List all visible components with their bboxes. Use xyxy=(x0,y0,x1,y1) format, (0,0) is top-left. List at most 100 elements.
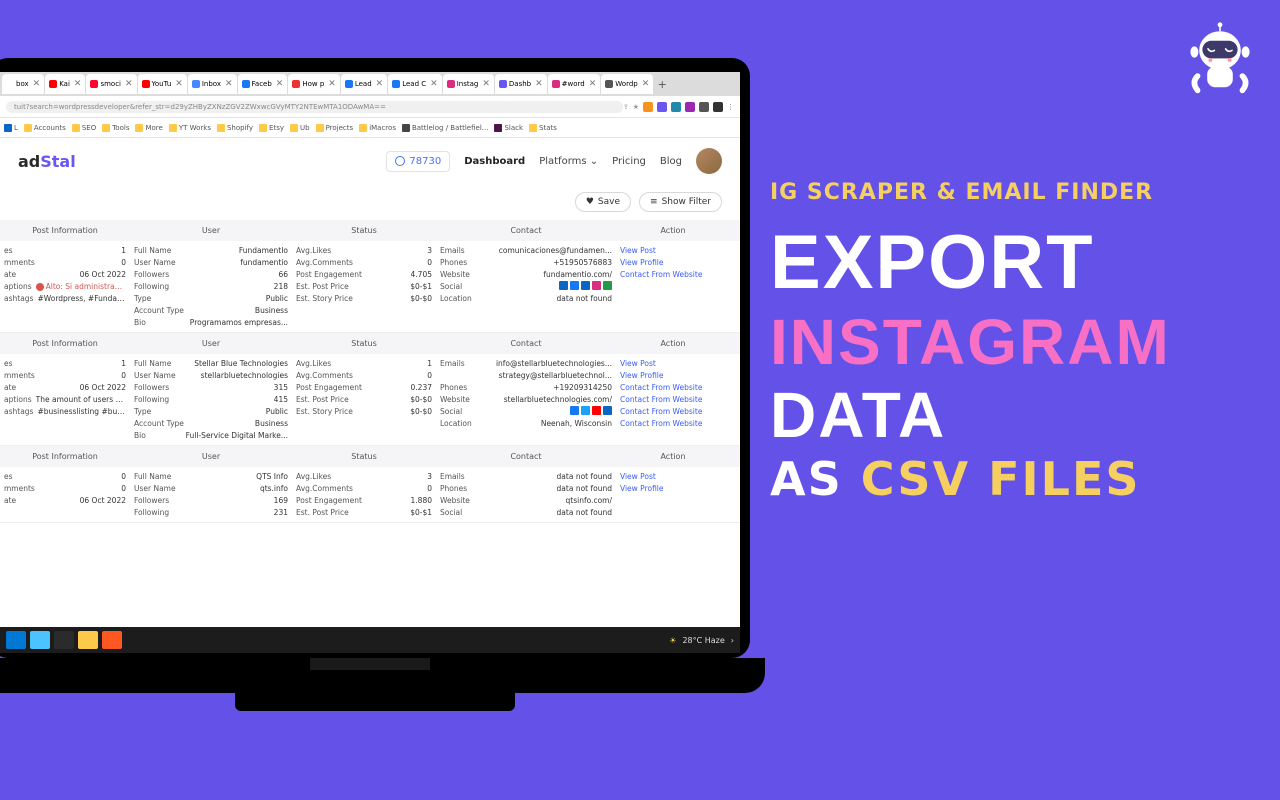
social-icon[interactable] xyxy=(603,406,612,415)
bookmark-item[interactable]: L xyxy=(4,124,18,132)
show-filter-button[interactable]: ≡Show Filter xyxy=(639,192,722,212)
social-icon[interactable] xyxy=(603,281,612,290)
nav-blog[interactable]: Blog xyxy=(660,156,682,167)
weather-widget[interactable]: ☀28°C Haze› xyxy=(669,636,734,645)
close-icon[interactable]: ✕ xyxy=(642,79,650,89)
browser-tab[interactable]: Wordp✕ xyxy=(601,74,653,94)
action-link[interactable]: View Post xyxy=(620,358,726,369)
bookmark-item[interactable]: Etsy xyxy=(259,124,284,132)
bookmark-item[interactable]: Battlelog / Battlefiel... xyxy=(402,124,488,132)
close-icon[interactable]: ✕ xyxy=(328,79,336,89)
filter-icon: ≡ xyxy=(650,197,658,207)
kv-pair: User Namefundamentio xyxy=(134,257,288,268)
social-icon[interactable] xyxy=(592,406,601,415)
favicon xyxy=(242,80,250,88)
close-icon[interactable]: ✕ xyxy=(125,79,133,89)
taskbar-icon[interactable] xyxy=(6,631,26,649)
close-icon[interactable]: ✕ xyxy=(175,79,183,89)
bookmark-item[interactable]: Stats xyxy=(529,124,557,132)
bookmark-item[interactable]: Ub xyxy=(290,124,310,132)
social-icon[interactable] xyxy=(581,281,590,290)
col-header: Status xyxy=(292,333,436,354)
cell-c-user: Full NameStellar Blue TechnologiesUser N… xyxy=(130,354,292,445)
social-icon[interactable] xyxy=(592,281,601,290)
action-link[interactable]: View Profile xyxy=(620,257,726,268)
tab-label: How p xyxy=(302,80,324,88)
action-link[interactable]: View Post xyxy=(620,245,726,256)
close-icon[interactable]: ✕ xyxy=(430,79,438,89)
bookmark-label: Ub xyxy=(300,124,310,132)
kv-pair: Post Engagement1.880 xyxy=(296,495,432,506)
bookmark-item[interactable]: Accounts xyxy=(24,124,66,132)
browser-tab[interactable]: Inbox✕ xyxy=(188,74,237,94)
kv-pair: LocationNeenah, Wisconsin xyxy=(440,418,612,429)
tab-label: Faceb xyxy=(252,80,272,88)
bookmark-item[interactable]: YT Works xyxy=(169,124,211,132)
nav-platforms[interactable]: Platforms ⌄ xyxy=(539,156,598,167)
close-icon[interactable]: ✕ xyxy=(33,79,41,89)
col-header: Post Information xyxy=(0,333,130,354)
credits-badge[interactable]: 78730 xyxy=(386,151,450,172)
avatar[interactable] xyxy=(696,148,722,174)
browser-tab[interactable]: Dashb✕ xyxy=(495,74,547,94)
action-link[interactable]: Contact From Website xyxy=(620,382,726,393)
close-icon[interactable]: ✕ xyxy=(74,79,82,89)
browser-tab[interactable]: How p ✕ xyxy=(288,74,340,94)
browser-tab[interactable]: YouTu✕ xyxy=(138,74,187,94)
close-icon[interactable]: ✕ xyxy=(535,79,543,89)
save-button[interactable]: ♥Save xyxy=(575,192,631,212)
bookmark-item[interactable]: Projects xyxy=(316,124,354,132)
browser-tab[interactable]: Lead C✕ xyxy=(388,74,441,94)
nav-pricing[interactable]: Pricing xyxy=(612,156,646,167)
favicon xyxy=(345,80,353,88)
browser-tab[interactable]: smoci✕ xyxy=(86,74,136,94)
browser-tab[interactable]: #word✕ xyxy=(548,74,601,94)
bookmark-label: Slack xyxy=(504,124,523,132)
close-icon[interactable]: ✕ xyxy=(482,79,490,89)
action-link[interactable]: Contact From Website xyxy=(620,394,726,405)
kv-pair: Est. Post Price$0-$1 xyxy=(296,281,432,292)
logo: adStal xyxy=(18,152,76,171)
col-header: Contact xyxy=(436,333,616,354)
social-icon[interactable] xyxy=(581,406,590,415)
close-icon[interactable]: ✕ xyxy=(276,79,284,89)
browser-tab[interactable]: Faceb ✕ xyxy=(238,74,288,94)
social-icon[interactable] xyxy=(559,281,568,290)
action-link[interactable]: View Post xyxy=(620,471,726,482)
new-tab-button[interactable]: + xyxy=(654,76,670,92)
bookmark-item[interactable]: iMacros xyxy=(359,124,396,132)
bookmark-icon xyxy=(102,124,110,132)
action-link[interactable]: Contact From Website xyxy=(620,418,726,429)
bookmark-label: Shopify xyxy=(227,124,253,132)
social-icon[interactable] xyxy=(570,281,579,290)
cell-c-status: Avg.Likes3Avg.Comments0Post Engagement4.… xyxy=(292,241,436,332)
windows-taskbar: ☀28°C Haze› xyxy=(0,627,740,653)
action-link[interactable]: View Profile xyxy=(620,483,726,494)
kv-pair: Social xyxy=(440,406,612,417)
bookmark-item[interactable]: Tools xyxy=(102,124,129,132)
action-link[interactable]: View Profile xyxy=(620,370,726,381)
close-icon[interactable]: ✕ xyxy=(376,79,384,89)
close-icon[interactable]: ✕ xyxy=(589,79,597,89)
kv-pair: Est. Post Price$0-$0 xyxy=(296,394,432,405)
action-link[interactable]: Contact From Website xyxy=(620,406,726,417)
action-link[interactable]: Contact From Website xyxy=(620,269,726,280)
taskbar-icon[interactable] xyxy=(102,631,122,649)
browser-tab[interactable]: Lead✕ xyxy=(341,74,387,94)
taskbar-icon[interactable] xyxy=(78,631,98,649)
nav-dashboard[interactable]: Dashboard xyxy=(464,156,525,167)
url-field[interactable]: tuit?search=wordpressdeveloper&refer_str… xyxy=(6,101,623,113)
cell-c-status: Avg.Likes1Avg.Comments0Post Engagement0.… xyxy=(292,354,436,445)
browser-tab[interactable]: Instag✕ xyxy=(443,74,494,94)
bookmark-item[interactable]: Shopify xyxy=(217,124,253,132)
close-icon[interactable]: ✕ xyxy=(225,79,233,89)
bookmark-item[interactable]: SEO xyxy=(72,124,96,132)
bookmark-item[interactable]: Slack xyxy=(494,124,523,132)
bookmark-item[interactable]: More xyxy=(135,124,162,132)
social-icon[interactable] xyxy=(570,406,579,415)
taskbar-icon[interactable] xyxy=(30,631,50,649)
browser-tab[interactable]: Kai✕ xyxy=(45,74,85,94)
browser-tab[interactable]: box✕ xyxy=(2,74,44,94)
taskbar-icon[interactable] xyxy=(54,631,74,649)
col-header: Action xyxy=(616,220,730,241)
